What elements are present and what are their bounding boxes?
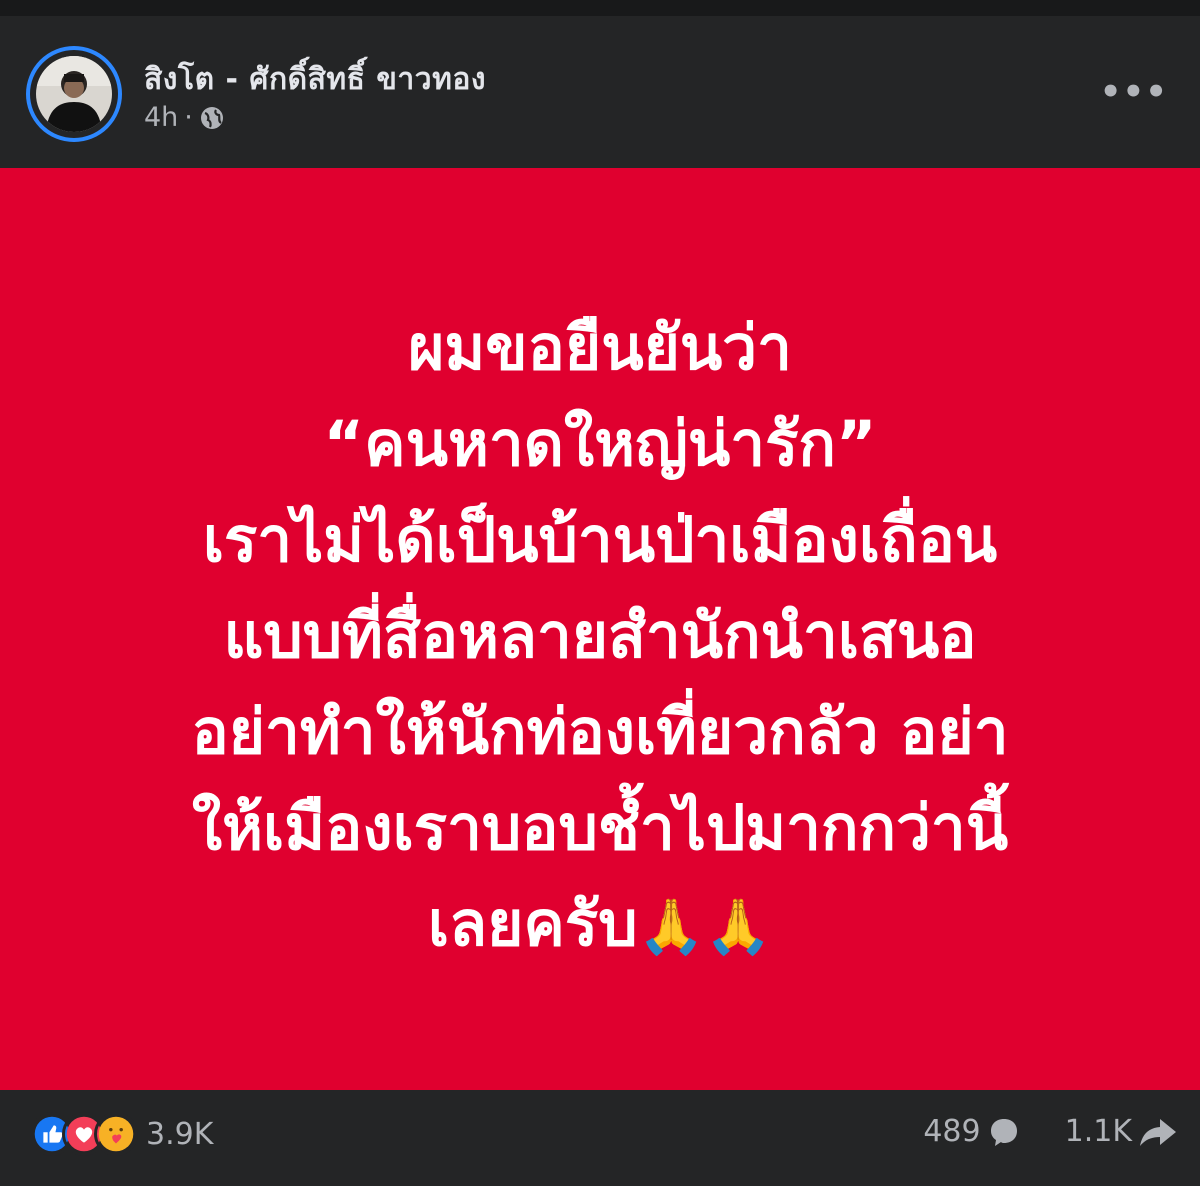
comment-icon [990,1118,1017,1146]
post-meta: 4h · [144,102,225,133]
avatar-photo [36,56,112,132]
care-icon [94,1112,138,1156]
comments-count-button[interactable]: 489 [923,1114,1020,1149]
post-header: สิงโต - ศักดิ์สิทธิ์ ขาวทอง 4h · ••• [0,16,1200,168]
post-stats: 489 1.1K [923,1114,1178,1149]
author-name[interactable]: สิงโต - ศักดิ์สิทธิ์ ขาวทอง [144,56,486,103]
post-line: “คนหาดใหญ่น่ารัก” [323,407,877,480]
post-line: แบบที่สื่อหลายสำนักนำเสนอ [223,599,977,672]
reaction-count: 3.9K [146,1116,214,1152]
more-options-icon[interactable]: ••• [1100,72,1168,112]
post-line: ผมขอยืนยันว่า [408,311,792,384]
post-text: ผมขอยืนยันว่า “คนหาดใหญ่น่ารัก” เราไม่ได… [60,300,1140,975]
top-strip [0,0,1200,16]
shares-count-button[interactable]: 1.1K [1065,1114,1178,1149]
meta-separator: · [184,102,193,133]
reactions-summary[interactable]: 3.9K [30,1112,213,1156]
shares-count: 1.1K [1064,1114,1132,1149]
globe-icon [200,106,223,129]
post-line-last: เลยครับ🙏🙏 [60,876,1140,975]
post-line: อย่าทำให้นักท่องเที่ยวกลัว อย่า [191,695,1009,768]
praying-hands-emoji: 🙏🙏 [637,895,773,958]
post-time[interactable]: 4h [144,102,178,133]
post-line: เลยครับ [427,887,638,960]
comments-count: 489 [923,1114,981,1149]
post-card: สิงโต - ศักดิ์สิทธิ์ ขาวทอง 4h · ••• ผมข… [0,0,1200,1186]
avatar[interactable] [26,46,122,142]
post-line: ให้เมืองเราบอบช้ำไปมากกว่านี้ [191,791,1009,864]
post-line: เราไม่ได้เป็นบ้านป่าเมืองเถื่อน [202,503,998,576]
share-icon [1140,1118,1176,1146]
post-footer: 3.9K 489 1.1K [0,1090,1200,1186]
